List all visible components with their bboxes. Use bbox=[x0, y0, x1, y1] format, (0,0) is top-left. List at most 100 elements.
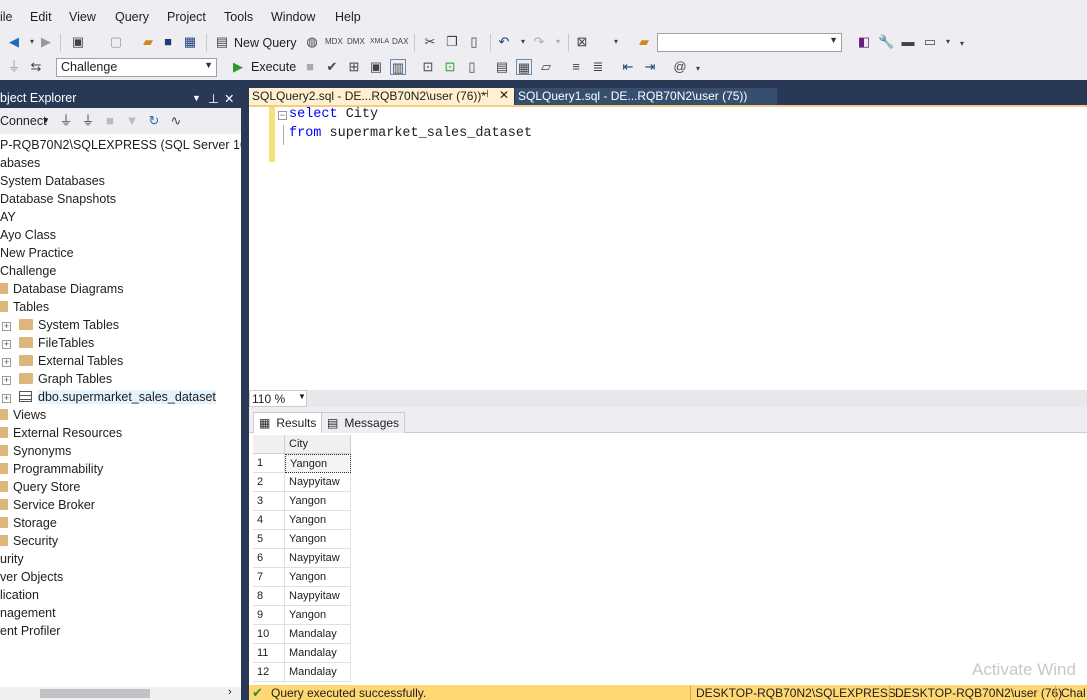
tab-results[interactable]: ▦ Results bbox=[253, 412, 323, 433]
disconnect-icon[interactable]: ⏚ bbox=[80, 113, 96, 129]
menu-help[interactable]: Help bbox=[335, 10, 361, 24]
db-engine-query-icon[interactable]: ◍ bbox=[304, 34, 320, 50]
cut-icon[interactable]: ✂ bbox=[422, 34, 438, 50]
row-number[interactable]: 3 bbox=[253, 492, 285, 511]
activity-monitor-icon[interactable]: ∿ bbox=[168, 113, 184, 129]
menu-view[interactable]: View bbox=[69, 10, 96, 24]
tree-server-node[interactable]: P-RQB70N2\SQLEXPRESS (SQL Server 16.0.10 bbox=[0, 138, 275, 152]
intellisense-icon[interactable]: ▥ bbox=[390, 59, 406, 75]
dmx-query-icon[interactable]: DMX bbox=[347, 34, 365, 50]
close-icon[interactable]: ✕ bbox=[499, 88, 509, 102]
collapse-icon[interactable]: − bbox=[278, 111, 287, 120]
solution-config-dropdown-icon[interactable]: ▾ bbox=[608, 34, 624, 50]
table-cell-city[interactable]: Yangon bbox=[285, 606, 351, 625]
table-cell-city[interactable]: Yangon bbox=[285, 492, 351, 511]
tree-system-databases[interactable]: System Databases bbox=[0, 174, 105, 188]
results-to-grid-icon[interactable]: ▦ bbox=[516, 59, 532, 75]
tree-query-store[interactable]: Query Store bbox=[0, 480, 80, 494]
row-number[interactable]: 10 bbox=[253, 625, 285, 644]
tree-db-ayo-class[interactable]: Ayo Class bbox=[0, 228, 56, 242]
pin-icon[interactable]: ⊥ bbox=[208, 91, 219, 106]
mdx-query-icon[interactable]: MDX bbox=[325, 34, 343, 50]
row-number[interactable]: 2 bbox=[253, 473, 285, 492]
column-header-city[interactable]: City bbox=[285, 435, 351, 454]
menu-edit[interactable]: Edit bbox=[30, 10, 52, 24]
find-in-files-icon[interactable]: ▰ bbox=[636, 34, 652, 50]
cancel-query-icon[interactable]: ■ bbox=[302, 59, 318, 75]
visual-studio-icon[interactable]: ◧ bbox=[856, 34, 872, 50]
paste-icon[interactable]: ▯ bbox=[466, 34, 482, 50]
menu-window[interactable]: Window bbox=[271, 10, 315, 24]
refresh-icon[interactable]: ↻ bbox=[146, 113, 162, 129]
scrollbar-thumb[interactable] bbox=[40, 689, 150, 698]
expand-icon[interactable]: + bbox=[2, 322, 11, 331]
tab-sqlquery2[interactable]: SQLQuery2.sql - DE...RQB70N2\user (76))*… bbox=[249, 88, 514, 105]
menu-file[interactable]: ile bbox=[0, 10, 13, 24]
tree-db-ay[interactable]: AY bbox=[0, 210, 16, 224]
client-stats-icon[interactable]: ▯ bbox=[464, 59, 480, 75]
tree-tables[interactable]: Tables bbox=[0, 300, 49, 314]
activity-monitor-icon[interactable]: ⊠ bbox=[574, 34, 590, 50]
filter-icon[interactable]: ▼ bbox=[124, 113, 140, 129]
row-number[interactable]: 7 bbox=[253, 568, 285, 587]
include-plan-icon[interactable]: ⊡ bbox=[420, 59, 436, 75]
parse-icon[interactable]: ✔ bbox=[324, 59, 340, 75]
table-cell-city[interactable]: Mandalay bbox=[285, 625, 351, 644]
change-connection-icon[interactable]: ⇆ bbox=[28, 59, 44, 75]
menu-project[interactable]: Project bbox=[167, 10, 206, 24]
connect-button[interactable]: Connect bbox=[0, 114, 47, 128]
scroll-right-icon[interactable]: › bbox=[228, 686, 232, 698]
tree-synonyms[interactable]: Synonyms bbox=[0, 444, 71, 458]
tree-security-db[interactable]: Security bbox=[0, 534, 58, 548]
table-cell-city[interactable]: Yangon bbox=[285, 511, 351, 530]
execute-icon[interactable]: ▶ bbox=[230, 59, 246, 75]
row-number[interactable]: 9 bbox=[253, 606, 285, 625]
expand-icon[interactable]: + bbox=[2, 394, 11, 403]
close-icon[interactable]: ✕ bbox=[224, 91, 234, 106]
back-icon[interactable]: ◀ bbox=[6, 34, 22, 50]
tree-database-snapshots[interactable]: Database Snapshots bbox=[0, 192, 116, 206]
dax-query-icon[interactable]: DAX bbox=[392, 34, 408, 50]
tree-storage[interactable]: Storage bbox=[0, 516, 57, 530]
execute-button[interactable]: Execute bbox=[251, 60, 296, 74]
results-to-file-icon[interactable]: ▱ bbox=[538, 59, 554, 75]
zoom-combo[interactable]: 110 % ▼ bbox=[249, 390, 307, 407]
new-project-icon[interactable]: ▣ bbox=[70, 34, 86, 50]
expand-icon[interactable]: + bbox=[2, 376, 11, 385]
add-item-icon[interactable]: ▢ bbox=[108, 34, 124, 50]
table-cell-city[interactable]: Naypyitaw bbox=[285, 587, 351, 606]
row-number[interactable]: 4 bbox=[253, 511, 285, 530]
results-to-text-icon[interactable]: ▤ bbox=[494, 59, 510, 75]
undo-dropdown-icon[interactable]: ▾ bbox=[515, 34, 531, 50]
copy-icon[interactable]: ❐ bbox=[444, 34, 460, 50]
connect-dropdown-icon[interactable]: ▼ bbox=[42, 116, 50, 125]
redo-icon[interactable]: ↷ bbox=[531, 34, 547, 50]
table-cell-city[interactable]: Yangon bbox=[285, 530, 351, 549]
stop-icon[interactable]: ■ bbox=[102, 113, 118, 129]
new-query-icon[interactable]: ▤ bbox=[214, 34, 230, 50]
tab-messages[interactable]: ▤ Messages bbox=[321, 412, 406, 433]
tree-external-resources[interactable]: External Resources bbox=[0, 426, 122, 440]
table-cell-city[interactable]: Yangon bbox=[285, 454, 351, 473]
menu-query[interactable]: Query bbox=[115, 10, 149, 24]
decrease-indent-icon[interactable]: ⇤ bbox=[620, 59, 636, 75]
save-all-icon[interactable]: ▦ bbox=[182, 34, 198, 50]
tree-server-objects[interactable]: ver Objects bbox=[0, 570, 63, 584]
row-number[interactable]: 1 bbox=[253, 454, 285, 473]
table-cell-city[interactable]: Yangon bbox=[285, 568, 351, 587]
tree-views[interactable]: Views bbox=[0, 408, 46, 422]
tree-replication[interactable]: lication bbox=[0, 588, 39, 602]
specify-values-icon[interactable]: @ bbox=[672, 59, 688, 75]
tree-databases-node[interactable]: abases bbox=[0, 156, 40, 170]
tree-external-tables[interactable]: External Tables bbox=[19, 354, 123, 368]
comment-icon[interactable]: ≡ bbox=[568, 59, 584, 75]
tree-database-diagrams[interactable]: Database Diagrams bbox=[0, 282, 123, 296]
live-stats-icon[interactable]: ⊡ bbox=[442, 59, 458, 75]
search-combo[interactable]: ▼ bbox=[657, 33, 842, 52]
xmla-query-icon[interactable]: XMLA bbox=[370, 34, 389, 50]
row-number[interactable]: 6 bbox=[253, 549, 285, 568]
open-file-icon[interactable]: ▰ bbox=[140, 34, 156, 50]
tree-db-challenge[interactable]: Challenge bbox=[0, 264, 56, 278]
tree-management[interactable]: nagement bbox=[0, 606, 56, 620]
available-databases-combo[interactable]: Challenge ▼ bbox=[56, 58, 217, 77]
